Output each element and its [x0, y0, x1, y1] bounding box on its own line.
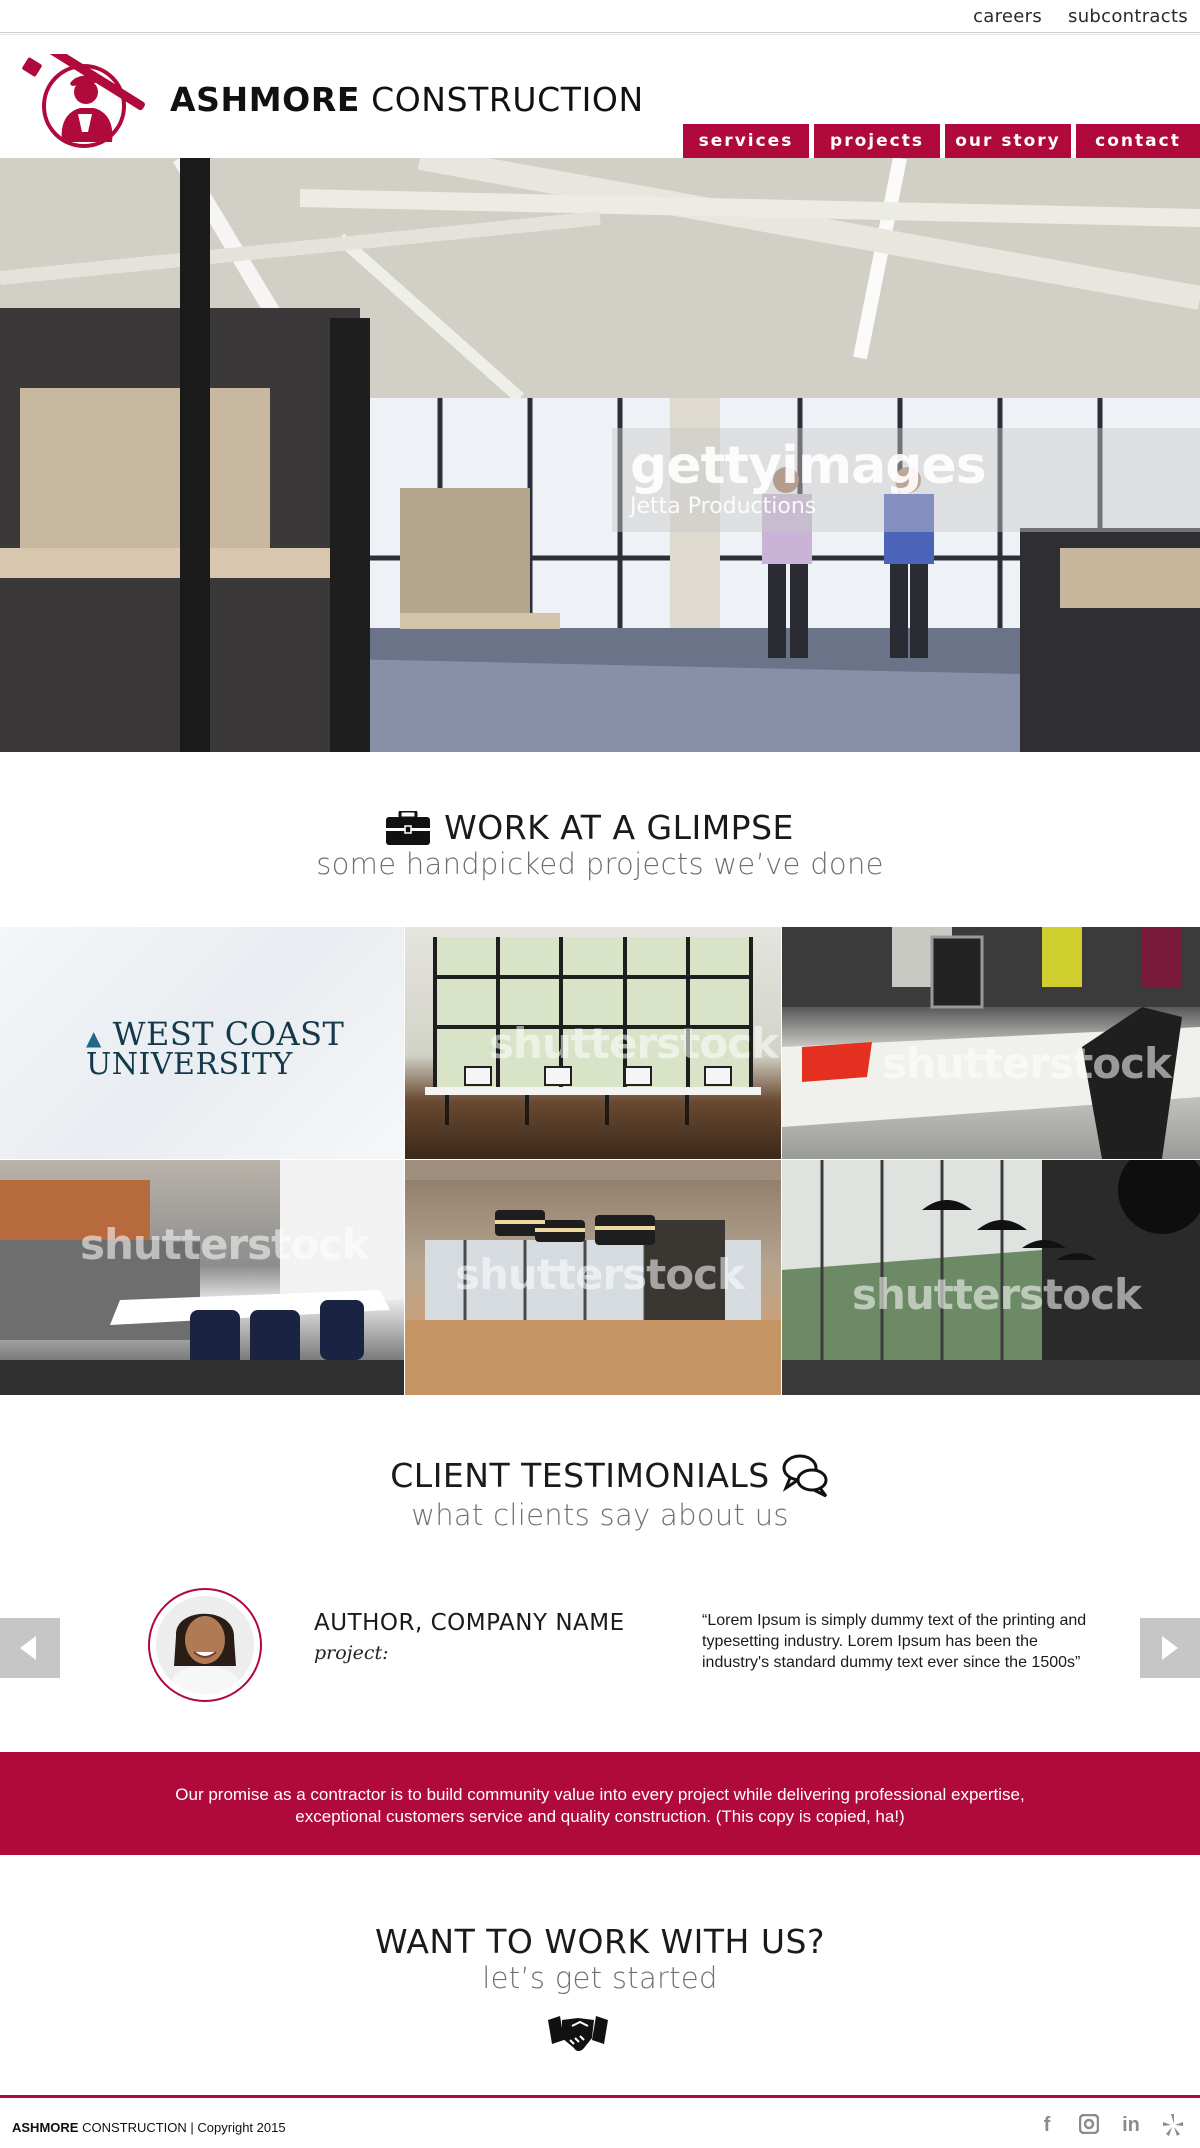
nav-our-story[interactable]: our story [945, 124, 1071, 158]
watermark-subtitle: Jetta Productions [630, 494, 817, 519]
project-tile-conference-room[interactable]: shutterstock [0, 1160, 404, 1395]
handshake-icon[interactable] [548, 2010, 608, 2056]
site-footer: ASHMORE CONSTRUCTION | Copyright 2015 f … [0, 2095, 1200, 2148]
worker-logo-icon[interactable] [22, 54, 156, 148]
project-label: project: [314, 1642, 389, 1664]
nav-projects[interactable]: projects [814, 124, 940, 158]
tile-watermark: shutterstock [455, 1250, 745, 1299]
utility-bar: careers subcontracts [0, 0, 1200, 36]
brand-name-rest: CONSTRUCTION [371, 80, 644, 119]
arrow-right-icon [1162, 1636, 1178, 1660]
yelp-icon[interactable] [1162, 2114, 1184, 2136]
promise-banner: Our promise as a contractor is to build … [0, 1752, 1200, 1855]
subcontracts-link[interactable]: subcontracts [1068, 6, 1188, 27]
testimonials-subtitle: what clients say about us [411, 1498, 789, 1532]
arrow-left-icon [20, 1636, 36, 1660]
brand-name-bold: ASHMORE [170, 80, 360, 119]
social-links: f in [1036, 2113, 1184, 2136]
cta-section-heading: WANT TO WORK WITH US? let’s get started [0, 1922, 1200, 1995]
project-tile-open-floor[interactable]: shutterstock [405, 1160, 781, 1395]
footer-brand-rest: CONSTRUCTION | Copyright 2015 [82, 2120, 286, 2135]
tile-watermark: shutterstock [489, 1019, 779, 1068]
utility-divider [0, 32, 1200, 35]
hero-image: gettyimages Jetta Productions [0, 158, 1200, 752]
project-tile-modern-desk[interactable]: shutterstock [782, 927, 1200, 1159]
tile-watermark: shutterstock [852, 1270, 1142, 1319]
main-nav: services projects our story contact [683, 124, 1200, 158]
tile-watermark: shutterstock [80, 1220, 370, 1269]
west-coast-university-logo: ▲ West Coast University [86, 1015, 344, 1082]
author-name: AUTHOR, COMPANY NAME [314, 1610, 625, 1636]
stock-watermark: gettyimages Jetta Productions [612, 428, 1200, 532]
project-gallery: ▲ West Coast University s [0, 927, 1200, 1395]
testimonials-section-heading: CLIENT TESTIMONIALS what clients say abo… [0, 1452, 1200, 1532]
brand-name[interactable]: ASHMORE CONSTRUCTION [170, 80, 644, 119]
work-title: WORK AT A GLIMPSE [444, 808, 794, 847]
nav-services[interactable]: services [683, 124, 809, 158]
conference-room-illustration [0, 1160, 404, 1395]
site-header: ASHMORE CONSTRUCTION services projects o… [0, 36, 1200, 158]
promise-text: Our promise as a contractor is to build … [175, 1785, 1025, 1826]
testimonials-title: CLIENT TESTIMONIALS [390, 1455, 770, 1495]
linkedin-icon[interactable]: in [1120, 2114, 1142, 2136]
nav-contact[interactable]: contact [1076, 124, 1200, 158]
briefcase-icon [386, 810, 431, 845]
project-tile-loft-office[interactable]: shutterstock [405, 927, 781, 1159]
cta-subtitle: let’s get started [482, 1961, 718, 1995]
watermark-title: gettyimages [630, 436, 987, 496]
project-tile-west-coast-university[interactable]: ▲ West Coast University [0, 927, 404, 1159]
testimonial-quote: “Lorem Ipsum is simply dummy text of the… [702, 1612, 1087, 1671]
testimonial-prev-button[interactable] [0, 1618, 60, 1678]
author-avatar [148, 1588, 262, 1702]
cta-title: WANT TO WORK WITH US? [375, 1922, 825, 1961]
work-section-heading: WORK AT A GLIMPSE some handpicked projec… [0, 808, 1200, 881]
person-portrait-icon [156, 1596, 254, 1694]
project-tile-glass-hall[interactable]: shutterstock [782, 1160, 1200, 1395]
chat-bubbles-icon [782, 1454, 828, 1498]
facebook-icon[interactable]: f [1036, 2114, 1058, 2136]
footer-brand-bold: ASHMORE [12, 2120, 79, 2135]
testimonial-next-button[interactable] [1140, 1618, 1200, 1678]
utility-links: careers subcontracts [973, 6, 1188, 27]
instagram-icon[interactable] [1078, 2113, 1100, 2136]
tile-watermark: shutterstock [882, 1039, 1172, 1088]
work-subtitle: some handpicked projects we’ve done [316, 847, 884, 881]
careers-link[interactable]: careers [973, 6, 1042, 27]
avatar-photo [156, 1596, 254, 1694]
footer-copyright: ASHMORE CONSTRUCTION | Copyright 2015 [12, 2120, 286, 2135]
